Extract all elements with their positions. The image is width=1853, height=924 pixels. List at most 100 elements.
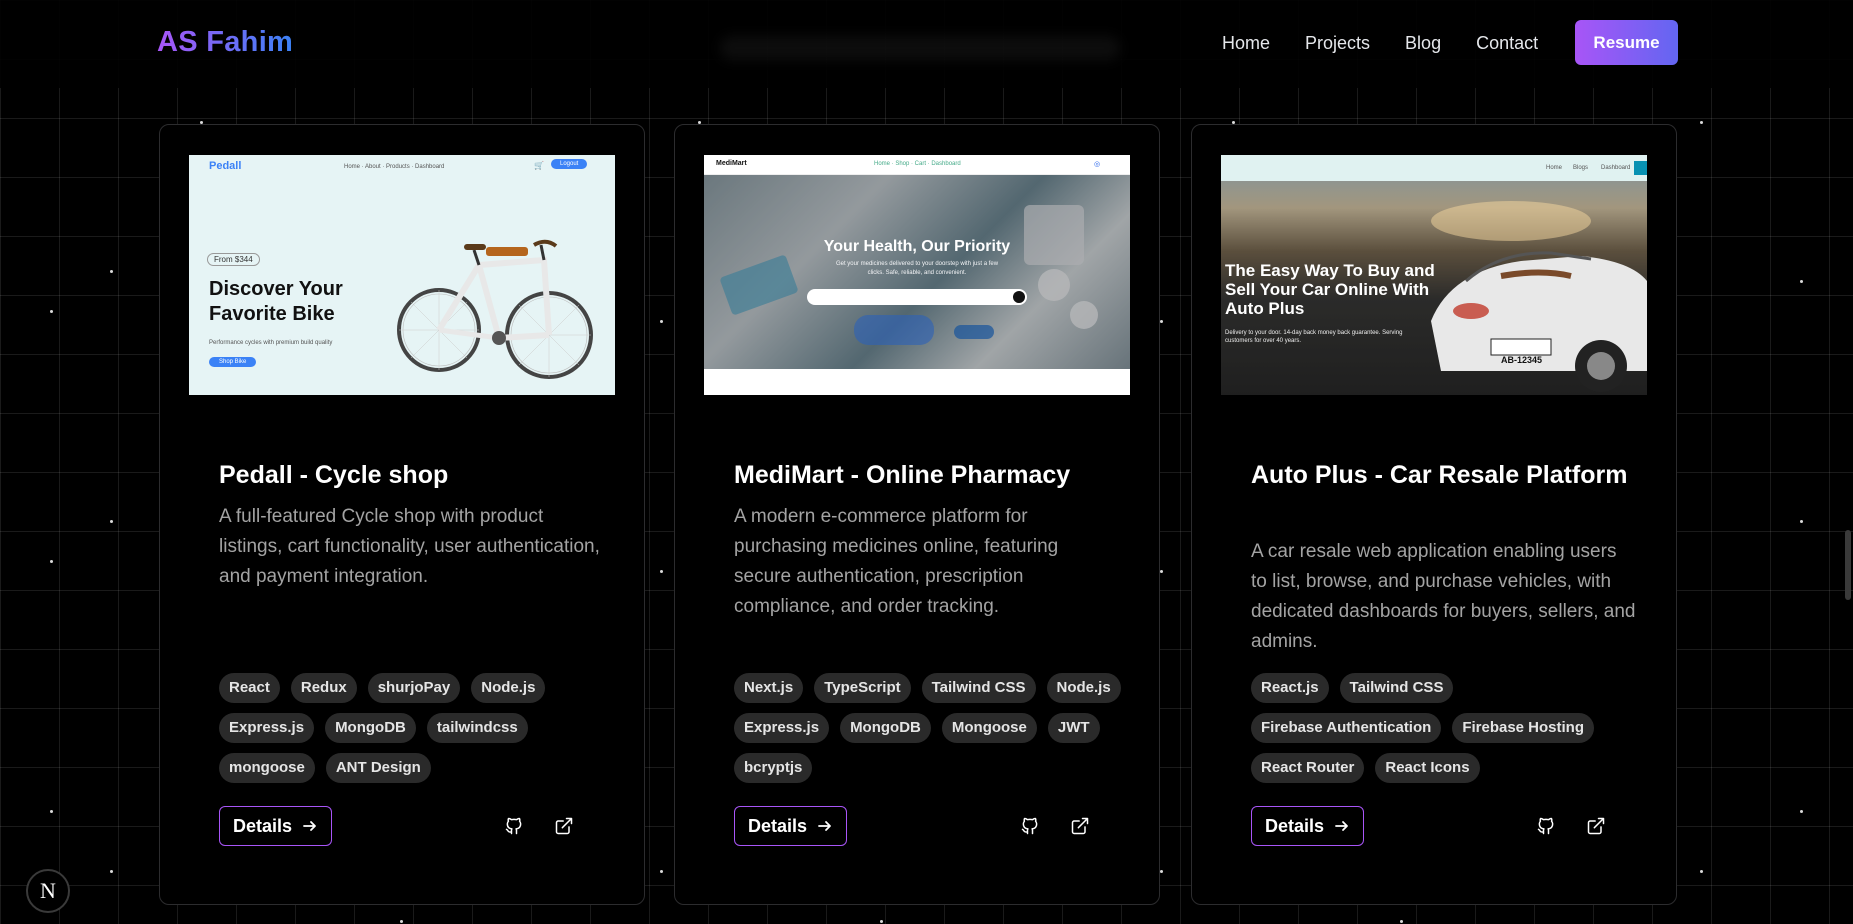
live-demo-link[interactable] [1583,813,1609,839]
tech-tag: Mongoose [941,713,1037,743]
details-button[interactable]: Details [219,806,332,846]
nav-links: Home Projects Blog Contact [1222,33,1538,54]
tech-tag: Firebase Hosting [1452,713,1595,743]
external-link-icon [1587,817,1605,835]
preview-menu: Home · Shop · Cart · Dashboard [874,161,961,167]
preview-headline: Your Health, Our Priority [823,238,1011,255]
github-icon [505,817,522,835]
project-card-medimart: MediMart Home · Shop · Cart · Dashboard … [674,124,1160,905]
tech-tag: Express.js [734,713,830,743]
tech-tag: React Router [1251,753,1365,783]
page-scrollbar[interactable] [1845,530,1851,600]
external-link-icon [1071,817,1089,835]
nav-link-contact[interactable]: Contact [1476,33,1538,54]
tech-tag: MongoDB [840,713,931,743]
cart-icon: 🛒 [534,161,544,170]
star-dot [400,920,403,923]
preview-login [1634,161,1647,175]
nav-link-home[interactable]: Home [1222,33,1270,54]
live-demo-link[interactable] [1067,813,1093,839]
preview-search-bar [807,289,1027,305]
github-link[interactable] [1017,813,1043,839]
star-dot [660,870,663,873]
star-dot [1700,121,1703,124]
star-dot [1700,870,1703,873]
project-description: A full-featured Cycle shop with product … [219,506,600,587]
star-dot [1800,520,1803,523]
tech-tag: Firebase Authentication [1251,713,1442,743]
brand-logo[interactable]: AS Fahim [157,26,293,59]
star-dot [50,310,53,313]
tech-tag: Node.js [1046,673,1121,703]
details-label: Details [1264,815,1325,836]
portfolio-page: AS Fahim Home Projects Blog Contact Resu… [0,0,1853,924]
nav-link-projects[interactable]: Projects [1305,33,1370,54]
tech-tag: Next.js [734,673,804,703]
tech-tag: React.js [1251,673,1329,703]
tech-tags: React Redux shurjoPay Node.js Express.js… [219,673,619,783]
project-preview-medimart[interactable]: MediMart Home · Shop · Cart · Dashboard … [704,155,1130,395]
preview-brand: Pedall [209,160,242,172]
nextjs-dev-badge[interactable]: N [26,869,70,913]
preview-navbar: MediMart Home · Shop · Cart · Dashboard … [704,155,1130,175]
star-dot [880,920,883,923]
preview-menu: Home · About · Products · Dashboard [344,164,445,170]
tech-tags: Next.js TypeScript Tailwind CSS Node.js … [734,673,1134,783]
star-dot [1160,570,1163,573]
arrow-right-icon [303,821,316,831]
preview-subtext: Performance cycles with premium build qu… [209,340,333,346]
star-dot [660,320,663,323]
star-dot [1800,280,1803,283]
star-dot [110,270,113,273]
tech-tag: TypeScript [814,673,911,703]
live-demo-link[interactable] [551,813,577,839]
bike-illustration [397,239,593,379]
resume-button[interactable]: Resume [1575,20,1678,65]
github-icon [1537,817,1554,835]
preview-brand: MediMart [716,160,747,167]
details-button[interactable]: Details [1251,806,1364,846]
license-plate: AB-12345 [1501,355,1543,365]
details-label: Details [747,815,808,836]
project-title: Pedall - Cycle shop [219,461,449,489]
project-preview-autoplus[interactable]: Home Blogs Dashboard AB-12345 The Easy W… [1221,155,1647,395]
tech-tag: React Icons [1375,753,1480,783]
tech-tag: React [219,673,280,703]
star-dot [1160,320,1163,323]
star-dot [1800,810,1803,813]
project-card-autoplus: Home Blogs Dashboard AB-12345 The Easy W… [1191,124,1677,905]
search-icon [1013,291,1025,303]
tech-tag: ANT Design [325,753,431,783]
project-description: A modern e-commerce platform for purchas… [734,506,1059,617]
preview-price-badge: From $344 [207,253,260,266]
star-dot [1400,920,1403,923]
arrow-right-icon [1335,821,1348,831]
preview-shop-button: Shop Bike [209,357,257,367]
star-dot [50,810,53,813]
arrow-right-icon [818,821,831,831]
preview-headline: Discover Your Favorite Bike [209,278,343,325]
details-button[interactable]: Details [734,806,847,846]
project-description: A car resale web application enabling us… [1251,541,1636,652]
top-navbar: AS Fahim Home Projects Blog Contact Resu… [0,0,1853,88]
star-dot [50,560,53,563]
tech-tag: MongoDB [325,713,416,743]
github-icon [1021,817,1038,835]
tech-tag: shurjoPay [367,673,461,703]
tech-tag: JWT [1047,713,1100,743]
tech-tag: Tailwind CSS [921,673,1036,703]
star-dot [110,520,113,523]
tech-tag: Express.js [219,713,315,743]
nav-link-blog[interactable]: Blog [1405,33,1441,54]
github-link[interactable] [501,813,527,839]
project-preview-pedall[interactable]: Pedall Home · About · Products · Dashboa… [189,155,615,395]
preview-navbar: Pedall Home · About · Products · Dashboa… [189,155,615,177]
tech-tags: React.js Tailwind CSS Firebase Authentic… [1251,673,1611,783]
preview-navbar: Home Blogs Dashboard [1221,155,1647,181]
project-card-pedall: Pedall Home · About · Products · Dashboa… [159,124,645,905]
tech-tag: Node.js [471,673,546,703]
preview-user-icon: ◎ [1094,161,1101,168]
github-link[interactable] [1533,813,1559,839]
preview-menu-blogs: Blogs [1573,165,1589,171]
preview-login: Logout [551,159,588,169]
